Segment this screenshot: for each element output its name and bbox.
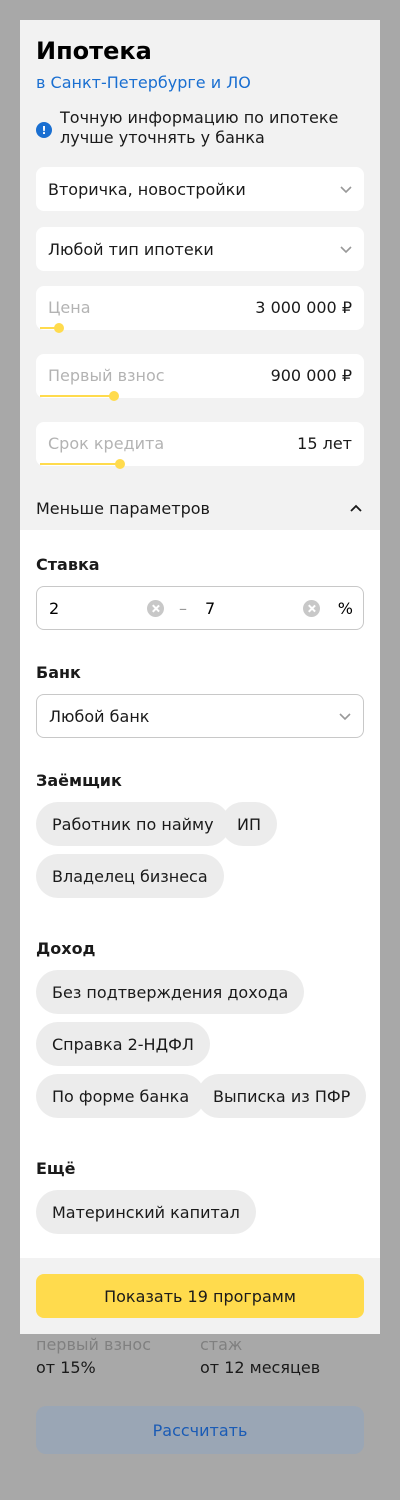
chevron-down-icon [340, 186, 352, 194]
bg-label: первый взнос [36, 1335, 151, 1354]
bank-select[interactable]: Любой банк [36, 694, 364, 738]
info-notice: ! Точную информацию по ипотеке лучше уто… [36, 108, 366, 148]
less-params-label: Меньше параметров [36, 498, 210, 518]
chip-pfr-statement[interactable]: Выписка из ПФР [197, 1074, 367, 1118]
chevron-down-icon [339, 713, 351, 721]
term-field[interactable]: Срок кредита 15 лет [36, 422, 364, 469]
chip-employee[interactable]: Работник по найму [36, 802, 230, 846]
property-type-select[interactable]: Вторичка, новостройки [36, 167, 364, 211]
down-payment-slider-handle[interactable] [109, 391, 119, 401]
rate-unit: % [337, 599, 353, 618]
less-params-toggle[interactable]: Меньше параметров [36, 496, 364, 520]
clear-rate-from-icon[interactable] [147, 600, 164, 617]
term-slider-handle[interactable] [115, 459, 125, 469]
more-section-title: Ещё [36, 1159, 76, 1178]
chevron-down-icon [340, 246, 352, 254]
clear-rate-to-icon[interactable] [303, 600, 320, 617]
rate-section-title: Ставка [36, 555, 100, 574]
rate-range-input: 2 – 7 % [36, 586, 364, 630]
chip-business-owner[interactable]: Владелец бизнеса [36, 854, 224, 898]
bg-experience-info: стаж от 12 месяцев [200, 1334, 320, 1380]
mortgage-type-value: Любой тип ипотеки [48, 239, 214, 259]
term-value: 15 лет [297, 434, 352, 453]
show-programs-button[interactable]: Показать 19 программ [36, 1274, 364, 1318]
down-payment-label: Первый взнос [48, 366, 165, 385]
bg-value: от 15% [36, 1358, 96, 1377]
price-label: Цена [48, 298, 91, 317]
bank-section-title: Банк [36, 663, 81, 682]
location-link[interactable]: в Санкт-Петербурге и ЛО [36, 72, 251, 94]
down-payment-value: 900 000 ₽ [270, 366, 352, 385]
price-slider-handle[interactable] [54, 323, 64, 333]
info-icon: ! [36, 122, 52, 138]
borrower-section-title: Заёмщик [36, 771, 122, 790]
rate-dash: – [179, 599, 187, 618]
rate-from-input[interactable]: 2 [49, 599, 59, 618]
calculate-button[interactable]: Рассчитать [36, 1406, 364, 1454]
notice-text: Точную информацию по ипотеке лучше уточн… [60, 108, 339, 147]
price-field[interactable]: Цена 3 000 000 ₽ [36, 286, 364, 333]
page-title: Ипотека [36, 37, 152, 65]
property-type-value: Вторичка, новостройки [48, 179, 246, 199]
bank-value: Любой банк [49, 706, 150, 726]
term-slider-track [40, 463, 120, 465]
bg-down-payment-info: первый взнос от 15% [36, 1334, 151, 1380]
price-value: 3 000 000 ₽ [255, 298, 352, 317]
mortgage-type-select[interactable]: Любой тип ипотеки [36, 227, 364, 271]
down-payment-slider-track [40, 395, 114, 397]
income-section-title: Доход [36, 939, 96, 958]
chip-bank-form[interactable]: По форме банка [36, 1074, 206, 1118]
bg-label: стаж [200, 1335, 243, 1354]
bg-value: от 12 месяцев [200, 1358, 321, 1377]
term-label: Срок кредита [48, 434, 165, 453]
down-payment-field[interactable]: Первый взнос 900 000 ₽ [36, 354, 364, 401]
chip-2ndfl[interactable]: Справка 2-НДФЛ [36, 1022, 210, 1066]
mortgage-filter-modal: Ипотека в Санкт-Петербурге и ЛО ! Точную… [20, 20, 380, 1334]
rate-to-input[interactable]: 7 [205, 599, 215, 618]
chip-no-income-proof[interactable]: Без подтверждения дохода [36, 970, 305, 1014]
chip-maternity-capital[interactable]: Материнский капитал [36, 1190, 256, 1234]
chevron-up-icon [350, 504, 362, 512]
chip-sole-proprietor[interactable]: ИП [221, 802, 277, 846]
